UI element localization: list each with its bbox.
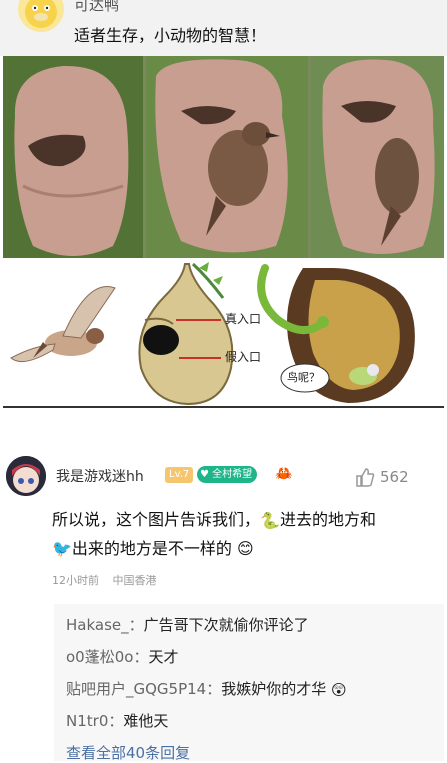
fan-badge: ♥ 全村希望 <box>197 466 258 483</box>
reply-username[interactable]: N1tr0： <box>66 712 123 730</box>
reply-item[interactable]: Hakase_：广告哥下次就偷你评论了 <box>66 614 309 635</box>
level-badge: Lv.7 <box>165 467 194 483</box>
spacer <box>0 408 447 448</box>
nest-photo-3 <box>311 56 444 258</box>
fan-badge-label: 全村希望 <box>212 469 253 480</box>
reply-item[interactable]: 贴吧用户_GQG5P14：我嫉妒你的才华 😲 <box>66 678 347 699</box>
sparrow-icon <box>10 286 116 363</box>
comment-location: 中国香港 <box>112 574 157 587</box>
reply-text: 我嫉妒你的才华 <box>221 680 327 698</box>
replies-box[interactable]: Hakase_：广告哥下次就偷你评论了 o0蓬松0o：天才 贴吧用户_GQG5P… <box>54 604 444 763</box>
comment-text-part3: 出来的地方是不一样的 <box>71 538 232 558</box>
crab-emoji-icon: 🦀 <box>275 466 293 482</box>
surprised-emoji-icon: 😲 <box>331 680 347 699</box>
post-title: 适者生存，小动物的智慧！ <box>74 26 267 45</box>
view-all-replies-link[interactable]: 查看全部40条回复 <box>66 742 190 763</box>
commenter-avatar[interactable] <box>6 456 46 496</box>
psyduck-icon <box>25 0 57 28</box>
comment-text: 所以说，这个图片告诉我们，🐍进去的地方和 🐦出来的地方是不一样的 😊 <box>52 506 444 563</box>
label-real-entrance: 真入口 <box>225 312 262 326</box>
reply-text: 难他天 <box>123 712 169 730</box>
arrow-fake-entrance <box>179 357 221 359</box>
smile-emoji-icon: 😊 <box>237 539 254 558</box>
reply-text: 广告哥下次就偷你评论了 <box>143 616 309 634</box>
heart-icon: ♥ <box>200 469 209 480</box>
bird-emoji-icon: 🐦 <box>52 539 72 558</box>
reply-username[interactable]: 贴吧用户_GQG5P14： <box>66 680 221 698</box>
arrow-real-entrance <box>176 319 221 321</box>
reply-username[interactable]: Hakase_： <box>66 616 144 634</box>
commenter-username[interactable]: 我是游戏迷hh <box>56 466 144 486</box>
nest-photo-1 <box>3 56 143 258</box>
anime-avatar-icon <box>6 456 46 496</box>
nest-photo-2 <box>146 56 308 258</box>
reply-item[interactable]: o0蓬松0o：天才 <box>66 646 178 667</box>
comment-text-part1: 所以说，这个图片告诉我们， <box>52 510 261 529</box>
author-avatar[interactable] <box>18 0 64 32</box>
gourd-nest-icon <box>138 262 234 406</box>
thumbs-up-icon <box>356 468 375 487</box>
reply-text: 天才 <box>148 648 179 666</box>
comment-meta: 12小时前 中国香港 <box>52 572 167 588</box>
nest-photo-strip <box>3 56 444 258</box>
label-fake-entrance: 假入口 <box>225 350 262 364</box>
snake-emoji-icon: 🐍 <box>260 510 280 530</box>
like-count: 562 <box>380 468 409 486</box>
snake-speech-bubble: 鸟呢？ <box>287 371 320 384</box>
author-name[interactable]: 可达鸭 <box>74 0 119 15</box>
reply-username[interactable]: o0蓬松0o： <box>66 648 148 666</box>
reply-item[interactable]: N1tr0：难他天 <box>66 710 168 731</box>
comment-text-part2: 进去的地方和 <box>279 510 376 529</box>
nest-cross-section-icon <box>257 264 415 403</box>
comment-time: 12小时前 <box>52 574 99 587</box>
nest-diagram-illustration: 真入口 假入口 鸟呢？ <box>3 258 444 408</box>
post-header: 可达鸭 适者生存，小动物的智慧！ <box>0 0 447 56</box>
